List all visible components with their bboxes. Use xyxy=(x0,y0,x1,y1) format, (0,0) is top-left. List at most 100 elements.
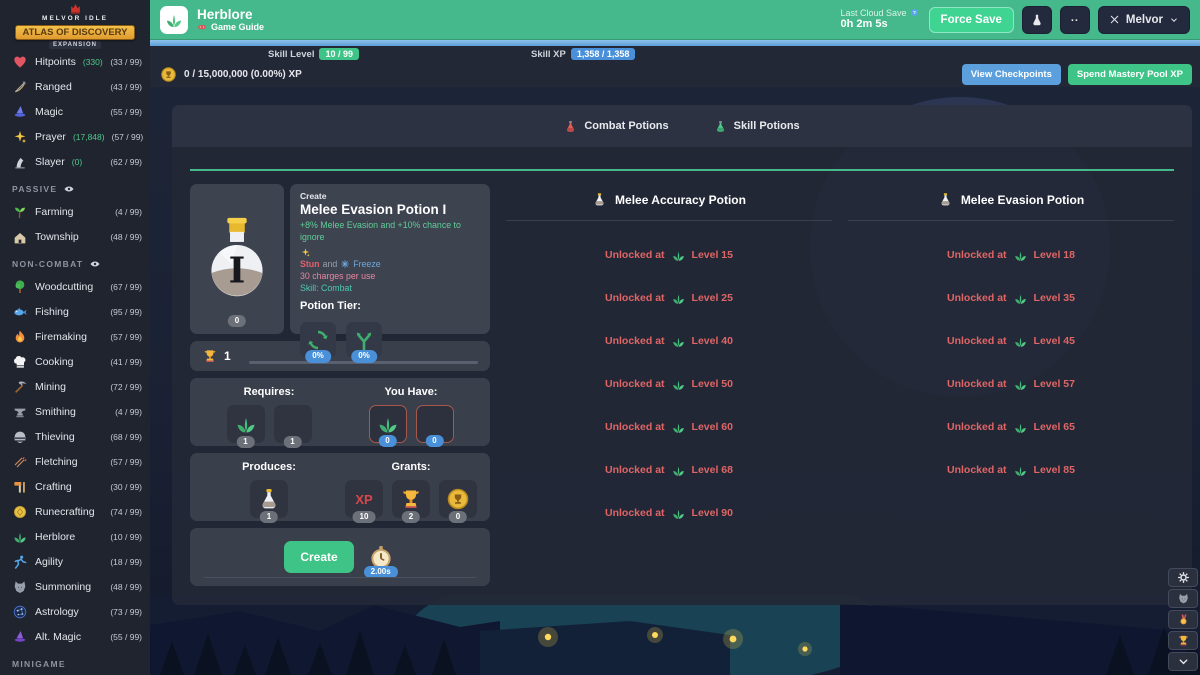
corner-button[interactable] xyxy=(1168,589,1198,608)
sidebar-skill-item[interactable]: Herblore (10 / 99) xyxy=(0,524,150,549)
caret-down-icon xyxy=(1169,15,1179,25)
skill-label: Township xyxy=(35,231,79,243)
potion-name: Melee Evasion Potion I xyxy=(300,202,480,217)
unlock-row: Unlocked at Level 85 xyxy=(848,462,1174,478)
skill-label: Summoning xyxy=(35,581,91,593)
sidebar-skill-item[interactable]: Cooking (41 / 99) xyxy=(0,349,150,374)
sidebar-section: Hitpoints (330) (33 / 99) Ranged (43 / 9… xyxy=(0,49,150,174)
owned-item[interactable]: 0 xyxy=(369,405,407,443)
item-icon xyxy=(376,412,400,436)
corner-button[interactable] xyxy=(1168,631,1198,650)
unlock-level: Level 57 xyxy=(1034,378,1075,390)
potion-category-tabs: Combat Potions Skill Potions xyxy=(172,105,1192,147)
tier-flask-icon[interactable] xyxy=(449,299,464,314)
force-save-button[interactable]: Force Save xyxy=(929,7,1014,33)
svg-text:XP: XP xyxy=(355,492,373,507)
eye-icon[interactable] xyxy=(72,658,84,670)
potion-category-tab[interactable]: Skill Potions xyxy=(714,120,800,133)
sidebar-skill-item[interactable]: Fishing (95 / 99) xyxy=(0,299,150,324)
skill-icon xyxy=(12,554,28,570)
sidebar: MELVOR IDLE ATLAS OF DISCOVERY EXPANSION xyxy=(0,0,150,675)
tier-flask-icon[interactable] xyxy=(423,299,438,314)
skill-level: (10 / 99) xyxy=(110,532,142,542)
spend-mastery-pool-button[interactable]: Spend Mastery Pool XP xyxy=(1068,64,1192,85)
sidebar-skill-item[interactable]: Smithing (4 / 99) xyxy=(0,399,150,424)
item-icon xyxy=(257,487,281,511)
corner-button[interactable] xyxy=(1168,568,1198,587)
bonus-chance-box: 0% xyxy=(300,322,336,358)
sidebar-skill-item[interactable]: Agility (18 / 99) xyxy=(0,549,150,574)
skill-level: (57 / 99) xyxy=(110,457,142,467)
eye-icon[interactable] xyxy=(89,258,101,270)
sidebar-skill-item[interactable]: Fletching (57 / 99) xyxy=(0,449,150,474)
potion-info-card: Create Melee Evasion Potion I +8% Melee … xyxy=(290,184,490,334)
potion-tier-icons xyxy=(371,299,464,314)
grant-qty-badge: 2 xyxy=(402,511,420,523)
corner-quick-buttons xyxy=(1168,568,1198,671)
potion-column-header: Melee Accuracy Potion xyxy=(506,184,832,221)
sidebar-skill-item[interactable]: Astrology (73 / 99) xyxy=(0,599,150,624)
sidebar-skill-item[interactable]: Runecrafting (74 / 99) xyxy=(0,499,150,524)
skill-icon xyxy=(12,204,28,220)
tier-flask-icon[interactable] xyxy=(397,299,412,314)
sidebar-skill-item[interactable]: Ranged (43 / 99) xyxy=(0,74,150,99)
skill-icon xyxy=(12,529,28,545)
sidebar-skill-item[interactable]: Mining (72 / 99) xyxy=(0,374,150,399)
skill-level: (73 / 99) xyxy=(110,607,142,617)
potion-tier-label: Potion Tier: xyxy=(300,300,361,312)
sidebar-skill-item[interactable]: Thieving (68 / 99) xyxy=(0,424,150,449)
more-options-button[interactable]: .. xyxy=(1060,6,1090,34)
view-checkpoints-button[interactable]: View Checkpoints xyxy=(962,64,1061,85)
snowflake-icon xyxy=(340,259,350,269)
corner-button[interactable] xyxy=(1168,610,1198,629)
sidebar-skill-item[interactable]: Woodcutting (67 / 99) xyxy=(0,274,150,299)
sidebar-skill-item[interactable]: Firemaking (57 / 99) xyxy=(0,324,150,349)
action-timer: 2.00s xyxy=(366,542,396,572)
skill-icon xyxy=(12,604,28,620)
unlock-level: Level 68 xyxy=(692,464,733,476)
sidebar-skill-item[interactable]: Alt. Magic (55 / 99) xyxy=(0,624,150,649)
grant-item: XP 10 xyxy=(345,480,383,518)
x-swords-icon xyxy=(1109,14,1120,25)
character-select-button[interactable]: Melvor xyxy=(1098,6,1190,34)
skill-extra-value: (17,848) xyxy=(73,132,105,142)
produced-item[interactable]: 1 xyxy=(250,480,288,518)
game-logo[interactable]: MELVOR IDLE ATLAS OF DISCOVERY EXPANSION xyxy=(0,0,150,49)
owned-item[interactable]: 0 xyxy=(416,405,454,443)
question-icon[interactable]: ? xyxy=(910,8,919,17)
corner-button[interactable] xyxy=(1168,652,1198,671)
create-button[interactable]: Create xyxy=(284,541,353,573)
required-item[interactable]: 1 xyxy=(227,405,265,443)
sidebar-skill-item[interactable]: Hitpoints (330) (33 / 99) xyxy=(0,49,150,74)
sidebar-skill-item[interactable]: Farming (4 / 99) xyxy=(0,199,150,224)
sidebar-skill-item[interactable]: Magic (55 / 99) xyxy=(0,99,150,124)
game-guide-link[interactable]: Game Guide xyxy=(197,22,264,32)
sidebar-skill-item[interactable]: Summoning (48 / 99) xyxy=(0,574,150,599)
skill-icon xyxy=(12,479,28,495)
unlock-level: Level 50 xyxy=(692,378,733,390)
sidebar-skill-item[interactable]: Crafting (30 / 99) xyxy=(0,474,150,499)
character-flask-button[interactable] xyxy=(1022,6,1052,34)
potion-category-tab[interactable]: Combat Potions xyxy=(564,120,668,133)
skill-icon xyxy=(12,129,28,145)
svg-text:?: ? xyxy=(913,11,916,17)
skill-icon xyxy=(12,229,28,245)
herb-icon xyxy=(671,506,686,521)
required-item[interactable]: 1 xyxy=(274,405,312,443)
unlock-row: Unlocked at Level 25 xyxy=(506,290,832,306)
skill-label: Agility xyxy=(35,556,63,568)
sidebar-section-header: NON-COMBAT xyxy=(0,249,150,274)
sidebar-section-header: MINIGAME xyxy=(0,649,150,674)
skill-level: (57 / 99) xyxy=(112,132,144,142)
owned-quantity-badge: 0 xyxy=(228,315,246,327)
potion-column-title: Melee Evasion Potion xyxy=(961,193,1084,207)
sidebar-skill-item[interactable]: Prayer (17,848) (57 / 99) xyxy=(0,124,150,149)
skill-label: Thieving xyxy=(35,431,75,443)
sidebar-skill-item[interactable]: Slayer (0) (62 / 99) xyxy=(0,149,150,174)
sidebar-skill-item[interactable]: Township (48 / 99) xyxy=(0,224,150,249)
tier-flask-icon[interactable] xyxy=(371,299,386,314)
eye-icon[interactable] xyxy=(63,183,75,195)
skill-label: Woodcutting xyxy=(35,281,93,293)
skill-icon xyxy=(12,329,28,345)
skill-level: (74 / 99) xyxy=(110,507,142,517)
